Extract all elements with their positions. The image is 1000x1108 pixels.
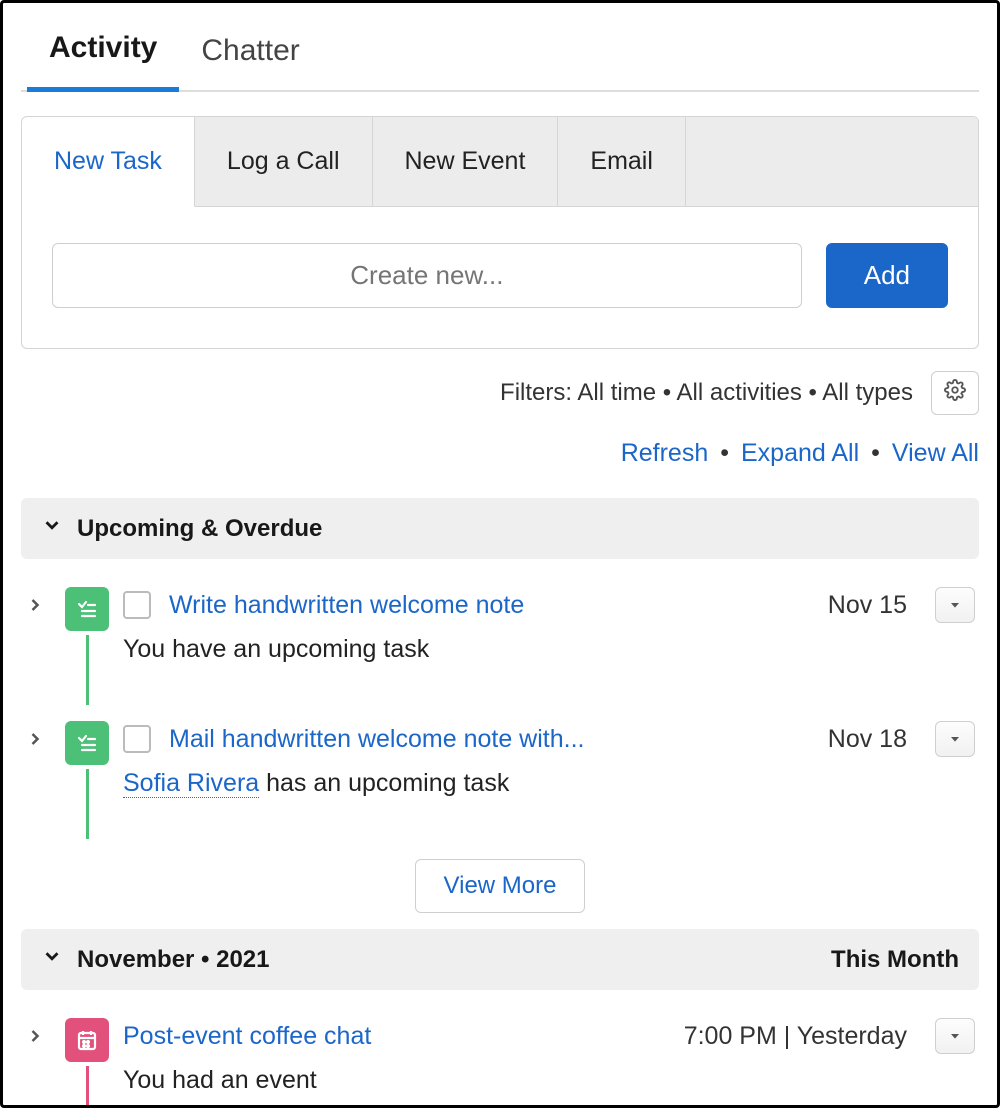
chevron-right-icon [25, 1024, 45, 1052]
expand-item-button[interactable] [25, 1018, 51, 1053]
refresh-link[interactable]: Refresh [621, 439, 709, 468]
task-title-link[interactable]: Write handwritten welcome note [169, 591, 524, 620]
activity-panel: Activity Chatter New Task Log a Call New… [0, 0, 1000, 1108]
expand-item-button[interactable] [25, 587, 51, 622]
tab-log-call[interactable]: Log a Call [195, 117, 373, 206]
view-more-button[interactable]: View More [415, 859, 586, 913]
chevron-right-icon [25, 593, 45, 621]
tab-email[interactable]: Email [558, 117, 686, 206]
task-checkbox[interactable] [123, 725, 151, 753]
view-all-link[interactable]: View All [892, 439, 979, 468]
event-description: You had an event [123, 1054, 975, 1095]
section-badge: This Month [831, 946, 959, 974]
item-menu-button[interactable] [935, 587, 975, 623]
caret-down-icon [947, 725, 963, 754]
chevron-down-icon [41, 514, 63, 543]
tab-activity[interactable]: Activity [27, 21, 179, 92]
item-menu-button[interactable] [935, 721, 975, 757]
task-checkbox[interactable] [123, 591, 151, 619]
tab-chatter[interactable]: Chatter [179, 24, 321, 90]
item-menu-button[interactable] [935, 1018, 975, 1054]
upcoming-list: Write handwritten welcome note Nov 15 Yo… [21, 559, 979, 921]
caret-down-icon [947, 591, 963, 620]
add-button[interactable]: Add [826, 243, 948, 308]
calendar-icon [65, 1018, 109, 1062]
action-tab-bar: New Task Log a Call New Event Email [22, 117, 978, 207]
filter-text: Filters: All time • All activities • All… [500, 379, 913, 407]
caret-down-icon [947, 1022, 963, 1051]
chevron-down-icon [41, 945, 63, 974]
timeline-item: Write handwritten welcome note Nov 15 Yo… [21, 571, 979, 705]
task-icon [65, 721, 109, 765]
task-description: You have an upcoming task [123, 623, 975, 664]
section-upcoming-header[interactable]: Upcoming & Overdue [21, 498, 979, 559]
section-month-header[interactable]: November • 2021 This Month [21, 929, 979, 990]
gear-icon [944, 379, 966, 408]
chevron-right-icon [25, 727, 45, 755]
person-link[interactable]: Sofia Rivera [123, 769, 259, 798]
task-icon [65, 587, 109, 631]
create-input[interactable] [52, 243, 802, 308]
tab-new-event[interactable]: New Event [373, 117, 559, 206]
event-date: 7:00 PM | Yesterday [684, 1022, 907, 1051]
timeline-item: Post-event coffee chat 7:00 PM | Yesterd… [21, 1002, 979, 1108]
action-links: Refresh • Expand All • View All [21, 439, 979, 468]
action-card: New Task Log a Call New Event Email Add [21, 116, 979, 349]
task-description: Sofia Rivera has an upcoming task [123, 757, 975, 798]
section-title: November • 2021 [77, 946, 270, 974]
section-title: Upcoming & Overdue [77, 515, 322, 543]
month-list: Post-event coffee chat 7:00 PM | Yesterd… [21, 990, 979, 1108]
top-tab-bar: Activity Chatter [21, 21, 979, 92]
timeline-item: Mail handwritten welcome note with... No… [21, 705, 979, 839]
filter-settings-button[interactable] [931, 371, 979, 415]
filter-row: Filters: All time • All activities • All… [21, 371, 979, 415]
task-date: Nov 18 [828, 725, 907, 754]
event-title-link[interactable]: Post-event coffee chat [123, 1022, 371, 1051]
tab-new-task[interactable]: New Task [22, 117, 195, 207]
task-date: Nov 15 [828, 591, 907, 620]
expand-item-button[interactable] [25, 721, 51, 756]
expand-all-link[interactable]: Expand All [741, 439, 859, 468]
task-title-link[interactable]: Mail handwritten welcome note with... [169, 725, 584, 754]
